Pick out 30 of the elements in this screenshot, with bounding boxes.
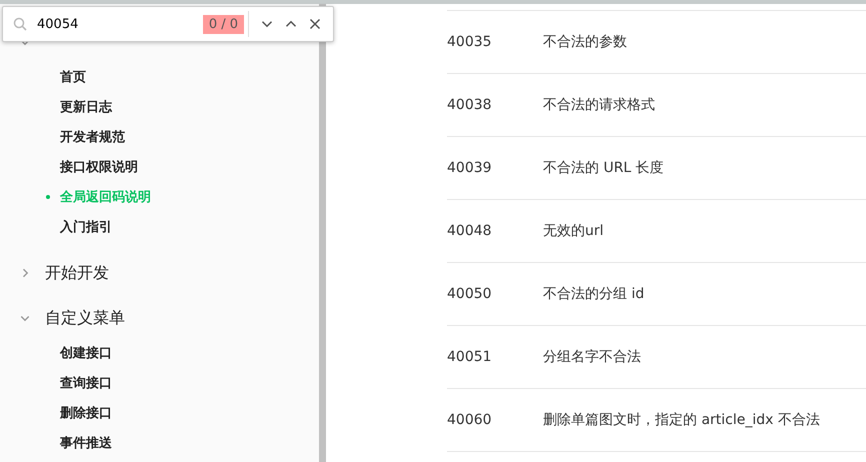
close-icon bbox=[309, 18, 321, 30]
error-description: 分组名字不合法 bbox=[543, 348, 641, 366]
active-dot bbox=[46, 195, 50, 199]
sidebar-item[interactable]: 事件推送 bbox=[60, 434, 112, 452]
sidebar-item[interactable]: 创建接口 bbox=[60, 344, 112, 362]
error-code: 40035 bbox=[447, 34, 492, 50]
error-description: 无效的url bbox=[543, 222, 604, 240]
error-description: 不合法的请求格式 bbox=[543, 96, 655, 114]
error-code: 40060 bbox=[447, 412, 492, 428]
search-icon bbox=[13, 17, 27, 31]
sidebar-item[interactable]: 删除接口 bbox=[60, 404, 112, 422]
error-code: 40048 bbox=[447, 223, 492, 239]
sidebar-item[interactable]: 首页 bbox=[60, 68, 86, 86]
sidebar-group-title[interactable]: 开始开发 bbox=[45, 262, 109, 284]
find-input[interactable]: 40054 bbox=[37, 16, 203, 32]
error-code: 40051 bbox=[447, 349, 492, 365]
sidebar-item[interactable]: 更新日志 bbox=[60, 98, 112, 116]
error-description: 不合法的参数 bbox=[543, 33, 627, 51]
error-description: 不合法的分组 id bbox=[543, 285, 644, 303]
sidebar-group-title[interactable]: 自定义菜单 bbox=[45, 308, 125, 328]
error-code: 40038 bbox=[447, 97, 492, 113]
match-count: 0 / 0 bbox=[202, 14, 244, 34]
error-description: 删除单篇图文时，指定的 article_idx 不合法 bbox=[543, 411, 820, 429]
sidebar-item[interactable]: 入门指引 bbox=[60, 218, 112, 236]
error-code: 40050 bbox=[447, 286, 492, 302]
sidebar-item[interactable]: 接口权限说明 bbox=[60, 158, 138, 176]
sidebar-item[interactable]: 开发者规范 bbox=[60, 128, 125, 146]
error-description: 不合法的 URL 长度 bbox=[543, 159, 664, 177]
error-code: 40039 bbox=[447, 160, 492, 176]
sidebar-item[interactable]: 查询接口 bbox=[60, 374, 112, 392]
